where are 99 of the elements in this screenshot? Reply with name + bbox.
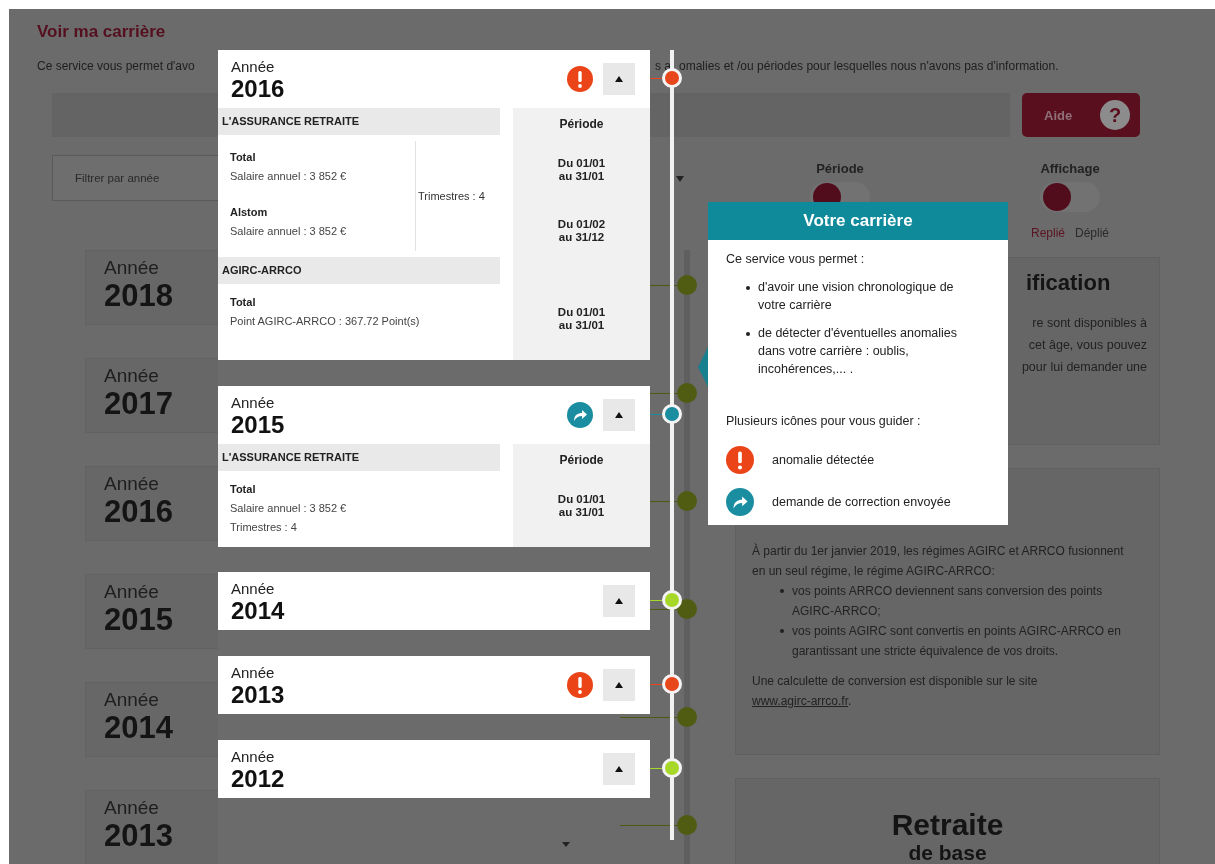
intro-text: omalies et /ou périodes pour lesquelles nous n'avons pas d'information. [679, 59, 1059, 74]
entry-text: Salaire annuel : 3 852 € [230, 169, 348, 184]
intro-text: Ce service vous permet d'avo [37, 59, 195, 74]
collapse-button[interactable] [603, 585, 635, 617]
panel-title: Retraite [890, 809, 1005, 841]
exclamation-icon [567, 66, 593, 92]
triangle-up-icon [615, 682, 623, 688]
period-text: Du 01/01 au 31/01 [556, 156, 607, 183]
period-text: Du 01/01 au 31/01 [556, 492, 607, 519]
connector-line [650, 78, 662, 79]
year-card[interactable]: Année 2013 [85, 790, 218, 864]
bullet-icon [746, 332, 750, 336]
toggle-option[interactable]: Déplié [1075, 226, 1110, 240]
connector-line [650, 684, 662, 685]
period-text: Du 01/01 au 31/01 [556, 305, 607, 332]
column-header: Période [513, 444, 650, 471]
connector-line [650, 414, 662, 415]
connector-line [650, 600, 662, 601]
year-value: 2012 [231, 765, 286, 792]
collapse-button[interactable] [603, 669, 635, 701]
year-value: 2015 [104, 603, 174, 637]
tooltip-title: Votre carrière [708, 202, 1008, 240]
bullet-icon [780, 589, 784, 593]
bullet-text: de détecter d'éventuelles anomalies dans votre carrière : oublis, incohérences,... . [758, 325, 959, 378]
entry-title: Total [230, 482, 257, 497]
panel-paragraph: À partir du 1er janvier 2019, les régimes AGIRC et ARRCO fusionnent en un seul régime, le régime AGIRC-ARRCO: [752, 542, 1125, 580]
exclamation-icon [567, 672, 593, 698]
collapse-button[interactable] [603, 63, 635, 95]
chevron-down-icon [562, 842, 570, 847]
toggle-label: Période [816, 161, 864, 176]
year-value: 2013 [104, 819, 174, 853]
entry-text: Salaire annuel : 3 852 € [230, 224, 348, 239]
year-label: Année [231, 394, 276, 411]
legend-text: anomalie détectée [772, 453, 875, 467]
question-mark-icon: ? [1100, 100, 1130, 130]
bullet-text: vos points ARRCO deviennent sans conversion des points AGIRC-ARRCO; [792, 583, 1104, 620]
quarters-text: Trimestres : 4 [417, 190, 486, 202]
year-label: Année [104, 365, 160, 387]
help-button[interactable]: Aide ? [1022, 93, 1140, 137]
pointer-arrow [698, 347, 708, 387]
year-value: 2014 [231, 597, 286, 624]
section-header: L'ASSURANCE RETRAITE [218, 108, 500, 135]
panel-note: Une calculette de conversion est disponible sur le site www.agirc-arrco.fr. [752, 673, 1039, 710]
year-value: 2018 [104, 279, 174, 313]
year-card[interactable]: Année 2014 [85, 682, 218, 757]
tooltip-text: Plusieurs icônes pour vous guider : [726, 414, 922, 428]
triangle-up-icon [615, 412, 623, 418]
year-filter-dropdown[interactable]: Filtrer par année [52, 155, 218, 201]
toggle-label: Affichage [1040, 161, 1100, 176]
year-label: Année [104, 257, 160, 279]
legend-text: demande de correction envoyée [772, 495, 951, 509]
triangle-up-icon [615, 76, 623, 82]
year-card[interactable]: Année 2018 [85, 250, 218, 325]
exclamation-icon [726, 446, 754, 474]
year-label: Année [231, 580, 276, 597]
collapse-button[interactable] [603, 399, 635, 431]
panel-text: pour lui demander une [1020, 359, 1147, 376]
toggle-option[interactable]: Replié [1030, 226, 1065, 240]
entry-text: Point AGIRC-ARRCO : 367.72 Point(s) [230, 314, 421, 329]
triangle-up-icon [615, 598, 623, 604]
year-card[interactable]: Année 2015 [85, 574, 218, 649]
entry-title: Total [230, 295, 257, 310]
bullet-icon [780, 629, 784, 633]
year-value: 2016 [231, 75, 286, 102]
bullet-icon [746, 286, 750, 290]
year-label: Année [104, 473, 160, 495]
entry-text: Trimestres : 4 [230, 520, 298, 535]
column-header: Période [513, 108, 650, 135]
year-label: Année [231, 664, 276, 681]
section-header: AGIRC-ARRCO [218, 257, 500, 284]
year-card[interactable]: Année 2016 [85, 466, 218, 541]
year-label: Année [104, 689, 160, 711]
year-value: 2014 [104, 711, 174, 745]
bullet-text: vos points AGIRC sont convertis en points AGIRC-ARRCO en garantissant une stricte équivalence de vos droits. [792, 623, 1122, 660]
period-text: Du 01/02 au 31/12 [556, 217, 607, 244]
year-value: 2013 [231, 681, 286, 708]
entry-title: Total [230, 150, 257, 165]
toggle-switch[interactable] [1040, 182, 1100, 212]
triangle-up-icon [615, 766, 623, 772]
entry-text: Salaire annuel : 3 852 € [230, 501, 348, 516]
year-value: 2016 [104, 495, 174, 529]
year-label: Année [231, 748, 276, 765]
entry-title: Alstom [230, 205, 269, 220]
panel-text: cet âge, vous pouvez [1027, 337, 1147, 354]
year-label: Année [104, 797, 160, 819]
panel-heading: ification [1026, 270, 1112, 296]
website-link[interactable]: www.agirc-arrco.fr [752, 694, 849, 708]
collapse-button[interactable] [603, 753, 635, 785]
year-value: 2017 [104, 387, 174, 421]
year-label: Année [104, 581, 160, 603]
tooltip-text: Ce service vous permet : [726, 251, 866, 268]
year-label: Année [231, 58, 276, 75]
year-card[interactable]: Année 2017 [85, 358, 218, 433]
connector-line [650, 768, 662, 769]
page-title: Voir ma carrière [37, 21, 167, 43]
section-header: L'ASSURANCE RETRAITE [218, 444, 500, 471]
bullet-text: d'avoir une vision chronologique de votre carrière [758, 279, 955, 314]
panel-subtitle: de base [907, 841, 988, 864]
year-value: 2015 [231, 411, 286, 438]
